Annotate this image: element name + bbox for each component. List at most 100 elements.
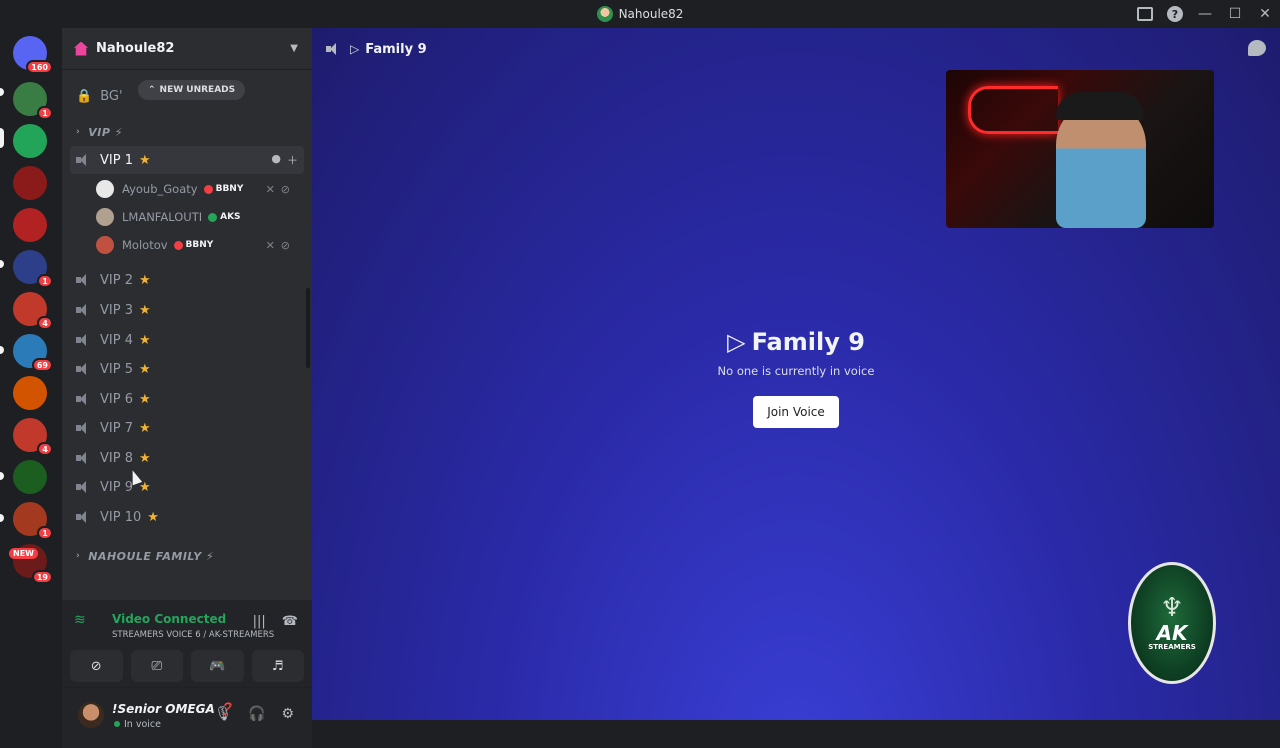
star-icon: ★ bbox=[138, 332, 151, 348]
server-icon[interactable]: NEW 19 bbox=[9, 544, 53, 584]
discord-home-icon[interactable]: 160 bbox=[13, 36, 53, 74]
member-name: Molotov bbox=[122, 238, 168, 252]
server-icon[interactable]: 1 bbox=[13, 502, 53, 540]
channel-name: VIP 8 bbox=[100, 450, 133, 466]
channel-name: VIP 2 bbox=[100, 272, 133, 288]
avatar[interactable] bbox=[78, 702, 104, 728]
locked-channel-name: BG' bbox=[100, 88, 123, 104]
add-user-icon[interactable]: ＋ bbox=[287, 152, 298, 168]
speaker-icon bbox=[76, 392, 92, 406]
member-name: LMANFALOUTI bbox=[122, 210, 203, 224]
member-tag: BBNY bbox=[203, 184, 243, 194]
signal-icon[interactable]: ≋ bbox=[74, 612, 92, 628]
server-name: Nahoule82 bbox=[96, 41, 175, 56]
server-header[interactable]: Nahoule82 ▼ bbox=[62, 28, 312, 70]
channel-name: VIP 9 bbox=[100, 479, 133, 495]
streamer-cap bbox=[1056, 92, 1144, 120]
camera-off-button[interactable]: ⊘ bbox=[70, 650, 123, 682]
help-icon[interactable]: ? bbox=[1160, 0, 1190, 28]
camera-off-icon: ⊘ bbox=[90, 658, 102, 674]
soundboard-button[interactable]: ♬ bbox=[251, 650, 304, 682]
guild-badge: 19 bbox=[31, 570, 53, 584]
server-icon[interactable]: 69 bbox=[13, 334, 53, 372]
category-vip[interactable]: › VIP ⚡ bbox=[76, 122, 123, 142]
unread-pill bbox=[0, 346, 4, 354]
voice-channel-path[interactable]: STREAMERS VOICE 6 / AK-STREAMERS bbox=[112, 630, 274, 640]
new-unreads-button[interactable]: ⌃ NEW UNREADS bbox=[138, 80, 246, 100]
title-center: Nahoule82 bbox=[0, 0, 1280, 28]
title-bar: Nahoule82 ? — ☐ ✕ bbox=[0, 0, 1280, 28]
server-icon[interactable] bbox=[13, 460, 47, 494]
disconnect-icon[interactable]: ☎ bbox=[282, 614, 298, 629]
guild-badge: 1 bbox=[37, 274, 53, 288]
voice-member[interactable]: Molotov BBNY ✕ ⊘ bbox=[96, 232, 302, 258]
speaker-icon bbox=[76, 451, 92, 465]
server-icon[interactable]: 1 bbox=[13, 250, 53, 288]
speaker-icon bbox=[76, 510, 92, 524]
channel-vip-1[interactable]: VIP 1 ★ ● ＋ bbox=[70, 146, 304, 174]
server-icon[interactable] bbox=[13, 376, 47, 410]
voice-connection-panel: ≋ Video Connected STREAMERS VOICE 6 / AK… bbox=[62, 600, 312, 688]
screen-share-button[interactable]: ⎚ bbox=[130, 650, 183, 682]
guild-badge: 1 bbox=[37, 106, 53, 120]
voice-member[interactable]: LMANFALOUTI AKS bbox=[96, 204, 302, 230]
status-dot bbox=[114, 721, 120, 727]
noise-suppression-icon[interactable]: ||| bbox=[253, 614, 266, 629]
star-icon: ★ bbox=[138, 272, 151, 288]
empty-voice-state: ▷ Family 9 No one is currently in voice J… bbox=[312, 328, 1280, 428]
channel-name: VIP 5 bbox=[100, 361, 133, 377]
maximize-icon[interactable]: ☐ bbox=[1220, 0, 1250, 28]
user-avatar-icon bbox=[596, 6, 613, 22]
screen-share-icon: ⎚ bbox=[151, 658, 162, 674]
minimize-icon[interactable]: — bbox=[1190, 0, 1220, 28]
inbox-icon[interactable] bbox=[1130, 0, 1160, 28]
category-nahoule-family[interactable]: › NAHOULE FAMILY ⚡ bbox=[76, 546, 214, 566]
server-icon[interactable]: 4 bbox=[13, 418, 53, 456]
channel-vip-2[interactable]: VIP 2 ★ bbox=[70, 266, 304, 294]
unread-pill bbox=[0, 88, 4, 96]
user-status: In voice bbox=[124, 719, 161, 730]
guild-badge: 1 bbox=[37, 526, 53, 540]
eagle-icon: ♆ bbox=[1160, 593, 1184, 623]
chat-icon[interactable] bbox=[1248, 40, 1266, 56]
server-icon[interactable]: 4 bbox=[13, 292, 53, 330]
channel-vip-4[interactable]: VIP 4 ★ bbox=[70, 326, 304, 354]
channel-name: VIP 7 bbox=[100, 420, 133, 436]
channel-vip-6[interactable]: VIP 6 ★ bbox=[70, 385, 304, 413]
empty-voice-text: No one is currently in voice bbox=[717, 364, 875, 378]
channel-vip-3[interactable]: VIP 3 ★ bbox=[70, 296, 304, 324]
channel-name: VIP 3 bbox=[100, 302, 133, 318]
star-icon: ★ bbox=[138, 391, 151, 407]
channel-vip-8[interactable]: VIP 8 ★ bbox=[70, 444, 304, 472]
new-unreads-label: NEW UNREADS bbox=[159, 85, 236, 95]
channel-scrollbar[interactable] bbox=[306, 288, 310, 368]
server-icon[interactable] bbox=[13, 124, 47, 158]
activity-button[interactable]: 🎮 bbox=[191, 650, 244, 682]
channel-vip-10[interactable]: VIP 10 ★ bbox=[70, 503, 304, 531]
channel-name: VIP 1 bbox=[100, 152, 133, 168]
guild-badge: 160 bbox=[26, 60, 53, 74]
avatar bbox=[96, 208, 114, 226]
chat-icon[interactable]: ● bbox=[271, 152, 281, 168]
close-icon[interactable]: ✕ bbox=[1250, 0, 1280, 28]
server-icon[interactable] bbox=[13, 166, 47, 200]
new-badge: NEW bbox=[9, 548, 38, 559]
gamepad-icon: 🎮 bbox=[209, 658, 226, 674]
server-icon[interactable]: 1 bbox=[13, 82, 53, 120]
speaker-icon bbox=[76, 333, 92, 347]
member-tag: AKS bbox=[208, 212, 241, 222]
ak-streamers-logo: ♆ AK STREAMERS bbox=[1128, 562, 1216, 684]
speaker-icon bbox=[76, 421, 92, 435]
guild-badge: 69 bbox=[31, 358, 53, 372]
user-panel: !Senior OMEGA ❓ In voice 🎙 🎧 ⚙ bbox=[62, 688, 312, 748]
server-icon[interactable] bbox=[13, 208, 47, 242]
voice-status-title[interactable]: Video Connected bbox=[112, 612, 226, 626]
webcam-overlay bbox=[946, 70, 1214, 228]
channel-vip-7[interactable]: VIP 7 ★ bbox=[70, 414, 304, 442]
channel-vip-5[interactable]: VIP 5 ★ bbox=[70, 355, 304, 383]
play-icon: ▷ bbox=[727, 328, 746, 356]
voice-member[interactable]: Ayoub_Goaty BBNY ✕ ⊘ bbox=[96, 176, 302, 202]
join-voice-button[interactable]: Join Voice bbox=[753, 396, 839, 428]
category-label: NAHOULE FAMILY ⚡ bbox=[88, 549, 215, 563]
channel-vip-9[interactable]: VIP 9 ★ bbox=[70, 473, 304, 501]
